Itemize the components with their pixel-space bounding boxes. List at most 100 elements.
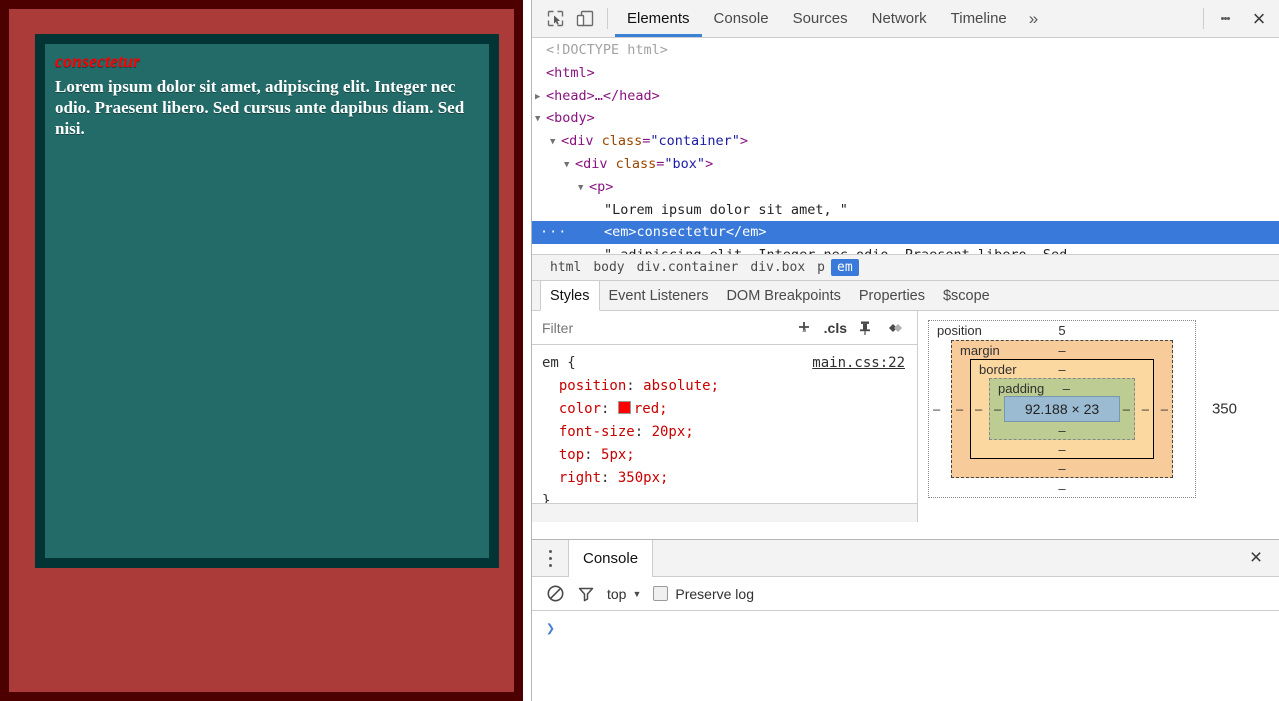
tab-elements[interactable]: Elements [615,0,702,37]
css-next-rule-partial[interactable]: inherited from div.box [532,503,917,522]
devtools-tab-list: Elements Console Sources Network Timelin… [615,0,1019,37]
css-declaration[interactable]: font-size: 20px; [542,421,917,444]
box-model-border-bottom[interactable]: – [1058,442,1065,457]
console-output-area[interactable]: ❯ [532,611,1279,701]
css-declaration[interactable]: color: red; [542,398,917,421]
box-model-padding-top[interactable]: – [1063,381,1070,396]
plus-icon[interactable] [796,319,814,337]
expand-triangle-icon[interactable]: ▶ [535,86,546,109]
close-devtools-icon[interactable]: × [1239,0,1279,37]
tab-timeline[interactable]: Timeline [939,0,1019,37]
box-model-border-left[interactable]: – [975,402,982,417]
box-model-position-layer[interactable]: position 5 – – 350 margin – – – – border… [928,320,1237,498]
tab-sources[interactable]: Sources [781,0,860,37]
box-model-border-right[interactable]: – [1142,402,1149,417]
box-model-margin-bottom[interactable]: – [1058,461,1065,476]
tab-properties[interactable]: Properties [850,281,934,310]
tab-console[interactable]: Console [702,0,781,37]
main-menu-icon[interactable] [1211,0,1239,37]
more-tabs-icon[interactable]: » [1019,0,1048,37]
dom-row[interactable]: ▼ <body> [532,107,1279,130]
dom-row-selected-em[interactable]: ··· <em>consectetur</em> [532,221,1279,245]
box-model-margin-top[interactable]: – [1058,343,1065,358]
console-context-selector[interactable]: top ▼ [607,586,641,602]
tab-network[interactable]: Network [860,0,939,37]
dom-row[interactable]: ▼ <div class="container"> [532,130,1279,153]
box-model-margin-left[interactable]: – [956,402,963,417]
drawer-menu-icon[interactable] [532,540,568,576]
page-em-consectetur[interactable]: consectetur [55,51,140,72]
breadcrumb-item-em[interactable]: em [831,259,859,276]
dom-attr-value: "container" [650,133,740,150]
css-declaration[interactable]: top: 5px; [542,444,917,467]
dom-row[interactable]: "Lorem ipsum dolor sit amet, " [532,199,1279,222]
css-property: top [558,447,585,463]
css-declaration[interactable]: right: 350px; [542,467,917,490]
css-declaration[interactable]: position: absolute; [542,375,917,398]
box-model-border-label: border [979,362,1017,377]
dom-row[interactable]: ▼ <p> [532,176,1279,199]
tab-event-listeners[interactable]: Event Listeners [600,281,718,310]
preserve-log-toggle[interactable]: Preserve log [653,586,754,602]
tab-dom-breakpoints[interactable]: DOM Breakpoints [717,281,849,310]
box-model-position-top[interactable]: 5 [1058,323,1065,338]
tab-scope[interactable]: $scope [934,281,999,310]
console-prompt-icon[interactable]: ❯ [546,619,555,637]
box-model-border-top[interactable]: – [1058,362,1065,377]
box-model-position-left[interactable]: – [933,402,940,417]
css-value: 20px; [651,424,694,440]
color-swatch-icon[interactable] [617,401,631,414]
clear-console-icon[interactable] [546,584,565,603]
collapse-triangle-icon[interactable]: ▼ [564,154,575,177]
breadcrumb-item-html[interactable]: html [544,259,587,276]
dom-row[interactable]: " adipiscing elit. Integer nec odio. Pra… [532,244,1279,254]
dom-row[interactable]: <html> [532,62,1279,85]
box-model-margin-layer[interactable]: margin – – – – border – – – – padding – … [951,340,1173,478]
dom-row[interactable]: <!DOCTYPE html> [532,39,1279,62]
dom-row[interactable]: ▼ <div class="box"> [532,153,1279,176]
styles-rules-column: .cls [532,311,918,522]
pin-icon[interactable] [857,320,873,336]
breadcrumb-item-div-box[interactable]: div.box [744,259,811,276]
page-container-div: consectetur Lorem ipsum dolor sit amet, … [0,0,523,701]
box-model-border-layer[interactable]: border – – – – padding – – – – 92.188 × … [970,359,1154,459]
dom-row[interactable]: ▶ <head>…</head> [532,85,1279,108]
css-value: 5px; [601,447,635,463]
page-gutter [523,0,531,701]
toggle-class-button[interactable]: .cls [824,320,847,336]
toolbar-divider [607,8,608,29]
box-model-content-size[interactable]: 92.188 × 23 [1004,396,1120,422]
box-model-padding-layer[interactable]: padding – – – – 92.188 × 23 [989,378,1135,440]
box-model-padding-left[interactable]: – [994,402,1001,417]
breadcrumb-item-div-container[interactable]: div.container [631,259,745,276]
css-property: color [558,401,602,417]
box-model-position-right[interactable]: 350 [1212,401,1237,418]
collapse-triangle-icon[interactable]: ▼ [550,131,561,154]
filter-icon[interactable] [577,585,595,603]
box-model-padding-bottom[interactable]: – [1058,423,1065,438]
toggle-element-state-icon[interactable] [883,320,905,336]
toolbar-divider-2 [1203,8,1204,29]
css-source-link[interactable]: main.css:22 [812,352,905,375]
close-drawer-icon[interactable]: × [1233,540,1279,576]
inspect-cursor-icon[interactable] [540,0,570,37]
breadcrumb-item-body[interactable]: body [587,259,630,276]
styles-filter-input[interactable] [540,318,744,337]
drawer-tab-console[interactable]: Console [568,540,654,577]
css-rule-em: em { main.css:22 position: absolute; col… [532,345,917,513]
collapse-triangle-icon[interactable]: ▼ [535,108,546,131]
box-model-position-bottom[interactable]: – [1058,481,1065,496]
dom-tag-close: > [705,155,714,172]
dom-tree[interactable]: <!DOCTYPE html> <html> ▶ <head>…</head> ▼… [532,38,1279,254]
box-model-margin-right[interactable]: – [1161,402,1168,417]
tab-styles[interactable]: Styles [540,281,600,311]
rendered-page-pane: consectetur Lorem ipsum dolor sit amet, … [0,0,531,701]
collapse-triangle-icon[interactable]: ▼ [578,177,589,200]
breadcrumb-item-p[interactable]: p [811,259,831,276]
devtools-screenshot: consectetur Lorem ipsum dolor sit amet, … [0,0,1279,701]
styles-filter-actions: .cls [796,319,909,337]
css-property: font-size [558,424,635,440]
device-toolbar-icon[interactable] [570,0,600,37]
box-model-padding-right[interactable]: – [1123,402,1130,417]
preserve-log-checkbox[interactable] [653,586,669,601]
